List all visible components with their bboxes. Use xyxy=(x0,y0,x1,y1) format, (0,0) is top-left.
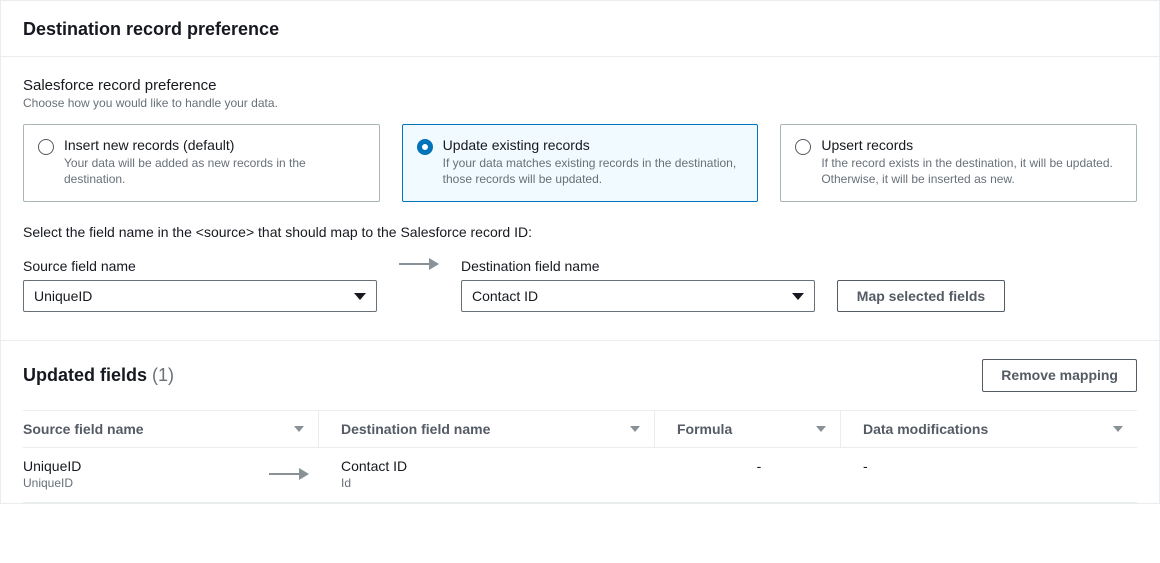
sort-icon xyxy=(630,426,640,432)
map-selected-fields-button[interactable]: Map selected fields xyxy=(837,280,1005,312)
sort-icon xyxy=(816,426,826,432)
destination-field-value: Contact ID xyxy=(472,288,538,304)
field-mapping-row: Source field name UniqueID Destination f… xyxy=(23,258,1137,312)
destination-field-select[interactable]: Contact ID xyxy=(461,280,815,312)
radio-icon xyxy=(38,139,54,155)
mappings-table-header: Source field name Destination field name… xyxy=(23,410,1137,448)
arrow-right-icon xyxy=(399,258,439,270)
arrow-cell xyxy=(399,258,439,278)
chevron-down-icon xyxy=(792,293,804,300)
option-update-existing[interactable]: Update existing records If your data mat… xyxy=(402,124,759,202)
updated-fields-count: (1) xyxy=(152,365,174,385)
option-title: Upsert records xyxy=(821,137,1122,153)
section-header: Destination record preference xyxy=(1,1,1159,57)
col-data-modifications[interactable]: Data modifications xyxy=(841,411,1137,447)
option-insert-new[interactable]: Insert new records (default) Your data w… xyxy=(23,124,380,202)
destination-record-preference-panel: Destination record preference Salesforce… xyxy=(0,0,1160,504)
row-src-sub: UniqueID xyxy=(23,476,81,490)
row-dst-main: Contact ID xyxy=(341,458,655,474)
col-formula[interactable]: Formula xyxy=(655,411,841,447)
pref-subtitle: Salesforce record preference xyxy=(23,77,1137,94)
option-upsert[interactable]: Upsert records If the record exists in t… xyxy=(780,124,1137,202)
source-field-label: Source field name xyxy=(23,258,377,274)
col-destination[interactable]: Destination field name xyxy=(319,411,655,447)
option-title: Insert new records (default) xyxy=(64,137,365,153)
option-desc: If your data matches existing records in… xyxy=(443,155,744,187)
source-field-value: UniqueID xyxy=(34,288,92,304)
pref-options-row: Insert new records (default) Your data w… xyxy=(23,124,1137,202)
pref-hint: Choose how you would like to handle your… xyxy=(23,96,1137,110)
row-dst-sub: Id xyxy=(341,476,655,490)
col-source[interactable]: Source field name xyxy=(23,411,319,447)
option-title: Update existing records xyxy=(443,137,744,153)
row-src-main: UniqueID xyxy=(23,458,81,474)
updated-fields-title: Updated fields (1) xyxy=(23,365,174,386)
radio-icon xyxy=(795,139,811,155)
chevron-down-icon xyxy=(354,293,366,300)
row-mod: - xyxy=(863,458,868,474)
source-field-select[interactable]: UniqueID xyxy=(23,280,377,312)
updated-fields-section: Updated fields (1) Remove mapping Source… xyxy=(1,340,1159,502)
destination-field-label: Destination field name xyxy=(461,258,815,274)
row-formula: - xyxy=(757,458,762,474)
option-desc: Your data will be added as new records i… xyxy=(64,155,365,187)
updated-fields-header: Updated fields (1) Remove mapping xyxy=(23,359,1137,391)
preference-body: Salesforce record preference Choose how … xyxy=(1,57,1159,340)
sort-icon xyxy=(294,426,304,432)
radio-icon xyxy=(417,139,433,155)
arrow-right-icon xyxy=(269,468,309,480)
option-desc: If the record exists in the destination,… xyxy=(821,155,1122,187)
sort-icon xyxy=(1113,426,1123,432)
remove-mapping-button[interactable]: Remove mapping xyxy=(982,359,1137,391)
map-instruction: Select the field name in the <source> th… xyxy=(23,224,1137,240)
table-row: UniqueID UniqueID Contact ID Id - - xyxy=(23,448,1137,503)
page-title: Destination record preference xyxy=(23,19,1137,40)
